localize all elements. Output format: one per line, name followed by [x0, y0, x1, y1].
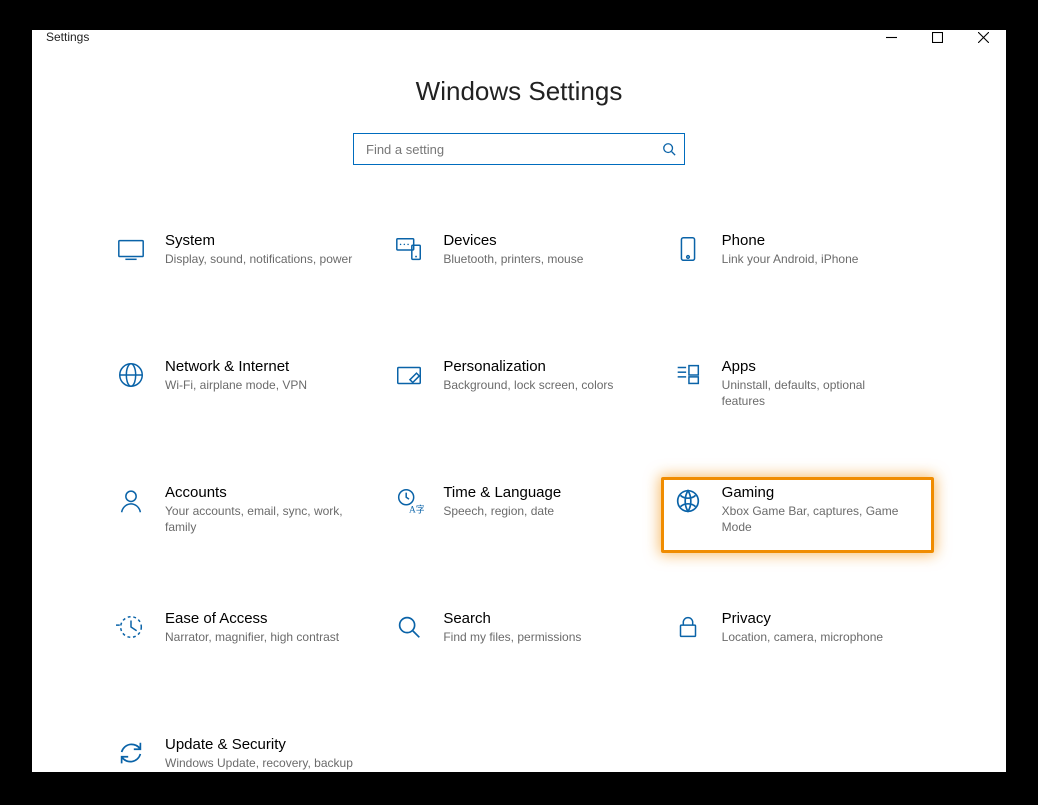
category-title: Devices	[443, 232, 632, 249]
page-title: Windows Settings	[416, 76, 623, 107]
category-desc: Wi-Fi, airplane mode, VPN	[165, 377, 354, 393]
category-desc: Location, camera, microphone	[722, 629, 911, 645]
personalize-icon	[391, 358, 427, 420]
search-icon	[662, 142, 676, 156]
category-desc: Speech, region, date	[443, 503, 632, 519]
category-desc: Narrator, magnifier, high contrast	[165, 629, 354, 645]
category-privacy[interactable]: Privacy Location, camera, microphone	[661, 603, 934, 679]
category-desc: Background, lock screen, colors	[443, 377, 632, 393]
category-title: Search	[443, 610, 632, 627]
lock-icon	[670, 610, 706, 672]
category-phone[interactable]: Phone Link your Android, iPhone	[661, 225, 934, 301]
category-title: System	[165, 232, 354, 249]
clock-lang-icon	[391, 484, 427, 546]
search-input[interactable]	[364, 141, 662, 158]
category-ease[interactable]: Ease of Access Narrator, magnifier, high …	[104, 603, 377, 679]
category-title: Apps	[722, 358, 911, 375]
category-title: Network & Internet	[165, 358, 354, 375]
search-icon	[391, 610, 427, 672]
person-icon	[113, 484, 149, 546]
category-accounts[interactable]: Accounts Your accounts, email, sync, work…	[104, 477, 377, 553]
category-apps[interactable]: Apps Uninstall, defaults, optional featur…	[661, 351, 934, 427]
category-title: Time & Language	[443, 484, 632, 501]
categories-grid: System Display, sound, notifications, pow…	[104, 225, 934, 805]
category-title: Personalization	[443, 358, 632, 375]
category-time[interactable]: Time & Language Speech, region, date	[382, 477, 655, 553]
search-box[interactable]	[353, 133, 685, 165]
category-title: Phone	[722, 232, 911, 249]
category-gaming[interactable]: Gaming Xbox Game Bar, captures, Game Mode	[661, 477, 934, 553]
devices-icon	[391, 232, 427, 294]
category-devices[interactable]: Devices Bluetooth, printers, mouse	[382, 225, 655, 301]
close-button[interactable]	[960, 30, 1006, 44]
content-area: Windows Settings System Display, sound, n…	[32, 44, 1006, 805]
settings-window: Settings Windows Settings	[32, 30, 1006, 772]
update-icon	[113, 736, 149, 798]
monitor-icon	[113, 232, 149, 294]
category-desc: Uninstall, defaults, optional features	[722, 377, 911, 409]
category-update[interactable]: Update & Security Windows Update, recover…	[104, 729, 377, 805]
category-personalization[interactable]: Personalization Background, lock screen, …	[382, 351, 655, 427]
category-title: Accounts	[165, 484, 354, 501]
maximize-icon	[932, 32, 943, 43]
gaming-icon	[670, 484, 706, 546]
category-search[interactable]: Search Find my files, permissions	[382, 603, 655, 679]
category-desc: Display, sound, notifications, power	[165, 251, 354, 267]
window-controls	[868, 30, 1006, 44]
category-title: Privacy	[722, 610, 911, 627]
close-icon	[978, 32, 989, 43]
apps-icon	[670, 358, 706, 420]
category-desc: Your accounts, email, sync, work, family	[165, 503, 354, 535]
minimize-icon	[886, 32, 897, 43]
category-desc: Xbox Game Bar, captures, Game Mode	[722, 503, 911, 535]
category-title: Gaming	[722, 484, 911, 501]
category-system[interactable]: System Display, sound, notifications, pow…	[104, 225, 377, 301]
category-title: Ease of Access	[165, 610, 354, 627]
window-title: Settings	[46, 30, 89, 44]
category-desc: Windows Update, recovery, backup	[165, 755, 354, 771]
category-desc: Find my files, permissions	[443, 629, 632, 645]
category-network[interactable]: Network & Internet Wi-Fi, airplane mode, …	[104, 351, 377, 427]
category-title: Update & Security	[165, 736, 354, 753]
titlebar: Settings	[32, 30, 1006, 44]
minimize-button[interactable]	[868, 30, 914, 44]
maximize-button[interactable]	[914, 30, 960, 44]
globe-icon	[113, 358, 149, 420]
ease-icon	[113, 610, 149, 672]
category-desc: Bluetooth, printers, mouse	[443, 251, 632, 267]
category-desc: Link your Android, iPhone	[722, 251, 911, 267]
phone-icon	[670, 232, 706, 294]
